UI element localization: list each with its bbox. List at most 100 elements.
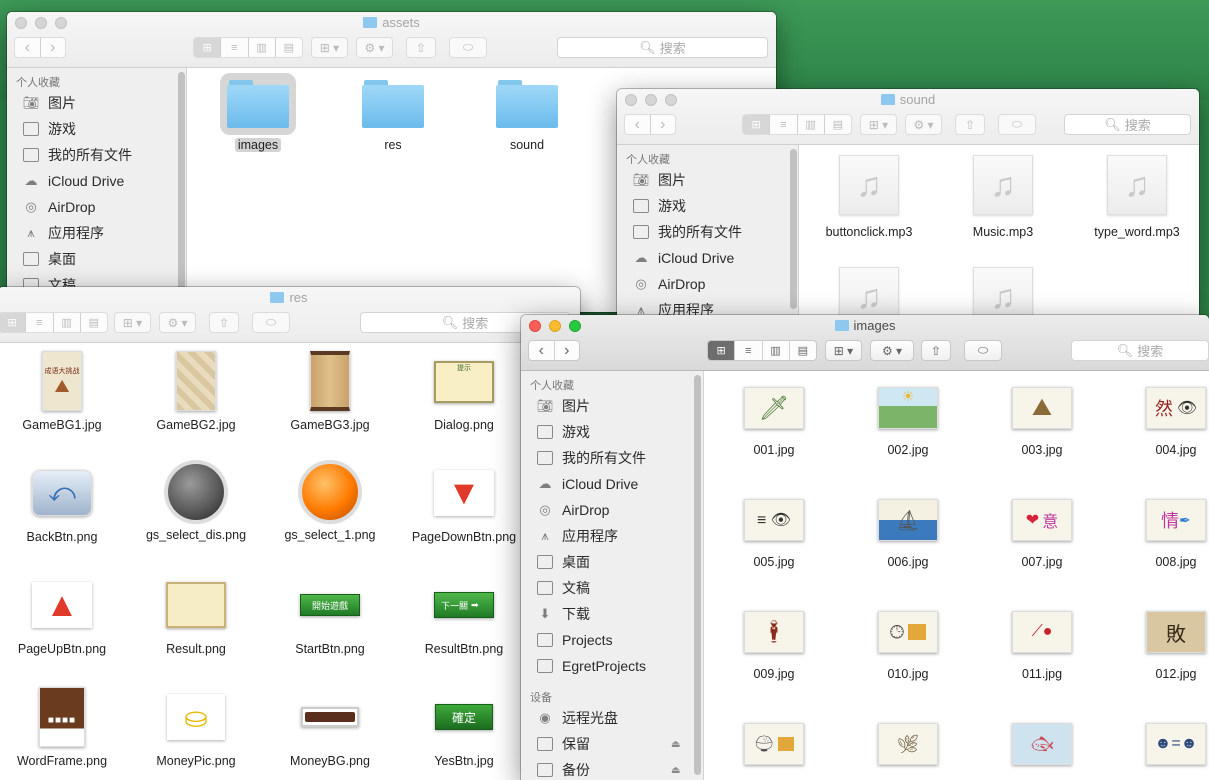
file-item[interactable]: ♫ bbox=[804, 267, 934, 315]
share-button[interactable]: ⇧ bbox=[406, 37, 436, 58]
titlebar[interactable]: res ⊞ ≡ ▥ ▤ ⊞ ▾ ⚙ ▾ ⇧ ⬭ 🔍︎ 搜索 bbox=[0, 287, 580, 343]
sidebar-scrollbar[interactable] bbox=[178, 72, 185, 292]
action-gear-button[interactable]: ⚙ ▾ bbox=[905, 114, 942, 135]
list-view-button[interactable]: ≡ bbox=[770, 115, 798, 134]
file-item[interactable]: 成语大挑战 ⛰ GameBG1.jpg bbox=[0, 351, 126, 432]
column-view-button[interactable]: ▥ bbox=[54, 313, 81, 332]
search-field[interactable]: 🔍︎ 搜索 bbox=[557, 37, 768, 58]
file-item[interactable]: 下一關 ➡ ResultBtn.png bbox=[400, 575, 528, 656]
titlebar[interactable]: assets ‹ › ⊞ ≡ ▥ ▤ ⊞ ▾ ⚙ ▾ ⇧ ⬭ 🔍︎ 搜索 bbox=[7, 12, 776, 68]
sidebar-item-egretprojects[interactable]: EgretProjects bbox=[521, 653, 703, 679]
file-item[interactable]: 開始遊戲 StartBtn.png bbox=[266, 575, 394, 656]
icon-view-button[interactable]: ⊞ bbox=[0, 313, 27, 332]
sidebar-scrollbar[interactable] bbox=[694, 375, 701, 775]
back-button[interactable]: ‹ bbox=[15, 38, 41, 57]
file-item[interactable]: ☻=☻ bbox=[1112, 723, 1209, 765]
file-item[interactable]: ▲ PageUpBtn.png bbox=[0, 575, 126, 656]
file-item[interactable]: ■■■■ WordFrame.png bbox=[0, 687, 126, 768]
sidebar-item-icloud[interactable]: ☁︎ iCloud Drive bbox=[521, 471, 703, 497]
eject-icon[interactable]: ⏏ bbox=[671, 765, 680, 776]
file-item[interactable]: 提示 Dialog.png bbox=[400, 351, 528, 432]
icon-view-button[interactable]: ⊞ bbox=[743, 115, 771, 134]
arrange-button[interactable]: ⊞ ▾ bbox=[114, 312, 151, 333]
action-gear-button[interactable]: ⚙ ▾ bbox=[159, 312, 196, 333]
search-field[interactable]: 🔍︎ 搜索 bbox=[1064, 114, 1191, 135]
file-item[interactable]: 然 👁︎ 004.jpg bbox=[1112, 387, 1209, 457]
finder-window-sound[interactable]: sound ‹ › ⊞ ≡ ▥ ▤ ⊞ ▾ ⚙ ▾ ⇧ ⬭ 🔍︎ 搜索 个人收藏 … bbox=[617, 89, 1199, 315]
tag-button[interactable]: ⬭ bbox=[998, 114, 1036, 135]
sidebar-item-remote-disc[interactable]: ◉ 远程光盘 bbox=[521, 705, 703, 731]
file-item[interactable]: ♫ buttonclick.mp3 bbox=[804, 155, 934, 239]
coverflow-view-button[interactable]: ▤ bbox=[276, 38, 302, 57]
arrange-button[interactable]: ⊞ ▾ bbox=[311, 37, 348, 58]
sidebar-item-all-files[interactable]: 我的所有文件 bbox=[617, 219, 798, 245]
sidebar-item-applications[interactable]: ⩚ 应用程序 bbox=[7, 220, 186, 246]
sidebar-item-documents[interactable]: 文稿 bbox=[521, 575, 703, 601]
sidebar-item-airdrop[interactable]: ◎ AirDrop bbox=[521, 497, 703, 523]
file-item[interactable]: gs_select_1.png bbox=[266, 463, 394, 542]
file-item[interactable]: ♫ type_word.mp3 bbox=[1072, 155, 1199, 239]
sidebar-item-all-files[interactable]: 我的所有文件 bbox=[521, 445, 703, 471]
sidebar-item-icloud[interactable]: ☁︎ iCloud Drive bbox=[7, 168, 186, 194]
file-item[interactable]: GameBG2.jpg bbox=[132, 351, 260, 432]
search-field[interactable]: 🔍︎ 搜索 bbox=[1071, 340, 1209, 361]
file-item[interactable]: 🌿︎ bbox=[844, 723, 972, 765]
back-button[interactable]: ‹ bbox=[625, 115, 651, 134]
file-item[interactable]: ❤ 意 007.jpg bbox=[978, 499, 1106, 569]
sidebar-item-icloud[interactable]: ☁︎ iCloud Drive bbox=[617, 245, 798, 271]
file-item[interactable]: ⛵︎ 006.jpg bbox=[844, 499, 972, 569]
sidebar-scrollbar[interactable] bbox=[790, 149, 797, 309]
file-item[interactable]: 🕒︎ 010.jpg bbox=[844, 611, 972, 681]
column-view-button[interactable]: ▥ bbox=[798, 115, 825, 134]
action-gear-button[interactable]: ⚙ ▾ bbox=[870, 340, 914, 361]
titlebar[interactable]: images ‹ › ⊞ ≡ ▥ ▤ ⊞ ▾ ⚙ ▾ ⇧ ⬭ 🔍︎ 搜索 bbox=[521, 315, 1209, 371]
share-button[interactable]: ⇧ bbox=[921, 340, 951, 361]
list-view-button[interactable]: ≡ bbox=[221, 38, 249, 57]
file-item[interactable]: ⟋● 011.jpg bbox=[978, 611, 1106, 681]
file-item[interactable]: 🍚︎ bbox=[710, 723, 838, 765]
sidebar-item-applications[interactable]: ⩚ 应用程序 bbox=[617, 297, 798, 315]
file-item[interactable]: 🕴︎ 009.jpg bbox=[710, 611, 838, 681]
sidebar-item-drive-reserved[interactable]: 保留 ⏏ bbox=[521, 731, 703, 757]
coverflow-view-button[interactable]: ▤ bbox=[790, 341, 816, 360]
folder-images[interactable]: images bbox=[208, 73, 308, 154]
list-view-button[interactable]: ≡ bbox=[735, 341, 763, 360]
share-button[interactable]: ⇧ bbox=[955, 114, 985, 135]
sidebar-item-pictures[interactable]: 📷︎ 图片 bbox=[7, 90, 186, 116]
sidebar-item-desktop[interactable]: 桌面 bbox=[7, 246, 186, 272]
file-item[interactable]: 🗡︎ 001.jpg bbox=[710, 387, 838, 457]
arrange-button[interactable]: ⊞ ▾ bbox=[860, 114, 897, 135]
sidebar-item-airdrop[interactable]: ◎ AirDrop bbox=[617, 271, 798, 297]
forward-button[interactable]: › bbox=[555, 341, 580, 360]
folder-sound[interactable]: sound bbox=[477, 80, 577, 152]
action-gear-button[interactable]: ⚙ ▾ bbox=[356, 37, 393, 58]
list-view-button[interactable]: ≡ bbox=[26, 313, 54, 332]
sidebar-item-games[interactable]: 游戏 bbox=[521, 419, 703, 445]
sidebar-item-games[interactable]: 游戏 bbox=[7, 116, 186, 142]
eject-icon[interactable]: ⏏ bbox=[671, 739, 680, 750]
file-item[interactable]: 確定 YesBtn.jpg bbox=[400, 687, 528, 768]
sidebar-item-downloads[interactable]: ⬇ 下载 bbox=[521, 601, 703, 627]
file-item[interactable]: ⤺ BackBtn.png bbox=[0, 463, 126, 544]
file-item[interactable]: MoneyBG.png bbox=[266, 687, 394, 768]
file-item[interactable]: Result.png bbox=[132, 575, 260, 656]
file-item[interactable]: GameBG3.jpg bbox=[266, 351, 394, 432]
column-view-button[interactable]: ▥ bbox=[249, 38, 276, 57]
file-item[interactable]: ☀ 002.jpg bbox=[844, 387, 972, 457]
sidebar-item-games[interactable]: 游戏 bbox=[617, 193, 798, 219]
tag-button[interactable]: ⬭ bbox=[252, 312, 290, 333]
file-item[interactable]: ♫ bbox=[938, 267, 1068, 315]
coverflow-view-button[interactable]: ▤ bbox=[81, 313, 107, 332]
icon-view-button[interactable]: ⊞ bbox=[194, 38, 222, 57]
titlebar[interactable]: sound ‹ › ⊞ ≡ ▥ ▤ ⊞ ▾ ⚙ ▾ ⇧ ⬭ 🔍︎ 搜索 bbox=[617, 89, 1199, 145]
share-button[interactable]: ⇧ bbox=[209, 312, 239, 333]
sidebar-item-all-files[interactable]: 我的所有文件 bbox=[7, 142, 186, 168]
sidebar-item-desktop[interactable]: 桌面 bbox=[521, 549, 703, 575]
sidebar-item-applications[interactable]: ⩚ 应用程序 bbox=[521, 523, 703, 549]
forward-button[interactable]: › bbox=[651, 115, 676, 134]
column-view-button[interactable]: ▥ bbox=[763, 341, 790, 360]
arrange-button[interactable]: ⊞ ▾ bbox=[825, 340, 862, 361]
file-item[interactable]: ▼ PageDownBtn.png bbox=[400, 463, 528, 544]
sidebar-item-projects[interactable]: Projects bbox=[521, 627, 703, 653]
file-item[interactable]: ≡ 👁︎ 005.jpg bbox=[710, 499, 838, 569]
